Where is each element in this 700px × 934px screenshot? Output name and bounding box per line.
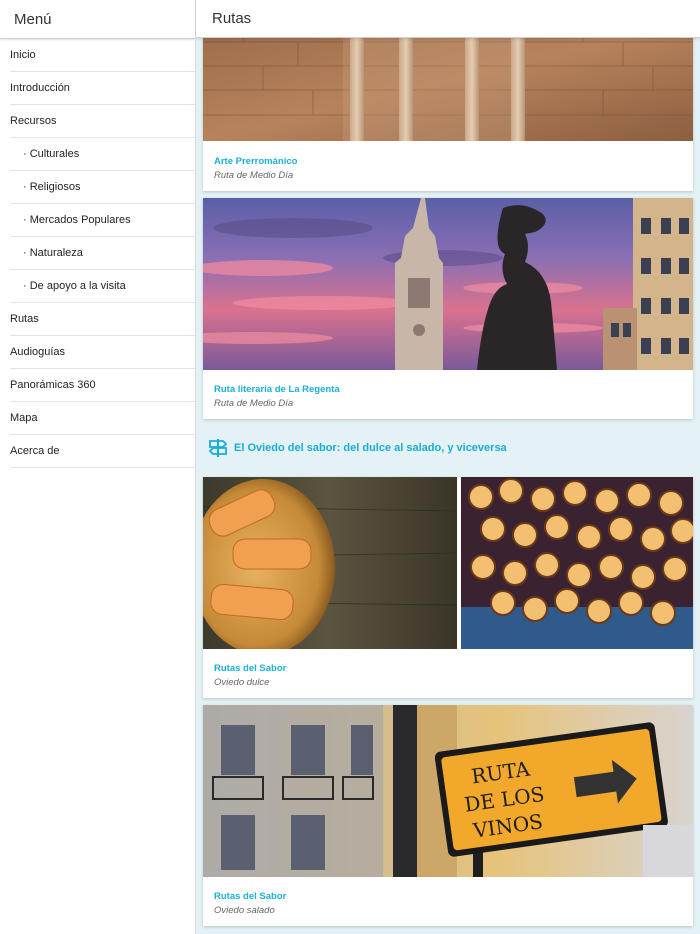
menu-item-recursos[interactable]: Recursos [10, 105, 195, 138]
card-title: Rutas del Sabor [214, 891, 287, 902]
route-card-oviedo-dulce[interactable]: Rutas del Sabor Oviedo dulce [203, 477, 693, 698]
page-title: Rutas [196, 0, 700, 38]
menu-item-apoyo-visita[interactable]: · De apoyo a la visita [10, 270, 195, 303]
menu-item-inicio[interactable]: Inicio [10, 39, 195, 72]
sidebar-menu: Menú Inicio Introducción Recursos · Cult… [0, 0, 196, 934]
card-subtitle: Oviedo dulce [214, 677, 270, 688]
menu-item-panoramicas[interactable]: Panorámicas 360 [10, 369, 195, 402]
menu-list: Inicio Introducción Recursos · Culturale… [0, 39, 195, 468]
menu-item-naturaleza[interactable]: · Naturaleza [10, 237, 195, 270]
menu-item-mercados-populares[interactable]: · Mercados Populares [10, 204, 195, 237]
sidebar-title: Menú [0, 0, 195, 39]
route-card-la-regenta[interactable]: Ruta literaria de La Regenta Ruta de Med… [203, 198, 693, 419]
section-label: El Oviedo del sabor: del dulce al salado… [234, 442, 507, 454]
route-card-oviedo-salado[interactable]: RUTA DE LOS VINOS Rutas del Sabor Oviedo… [203, 705, 693, 926]
route-card-arte-prerromanico[interactable]: Arte Prerrománico Ruta de Medio Día [203, 20, 693, 191]
menu-item-audioguias[interactable]: Audioguías [10, 336, 195, 369]
card-title: Rutas del Sabor [214, 663, 287, 674]
menu-item-acerca-de[interactable]: Acerca de [10, 435, 195, 468]
card-image-la-regenta [203, 198, 693, 370]
card-subtitle: Ruta de Medio Día [214, 398, 294, 409]
card-title: Ruta literaria de La Regenta [214, 384, 340, 395]
card-image-oviedo-dulce [203, 477, 693, 649]
main-content: Rutas Arte Prerrománico Ruta de Medio Dí… [196, 0, 700, 934]
section-heading: El Oviedo del sabor: del dulce al salado… [208, 438, 507, 458]
card-subtitle: Oviedo salado [214, 905, 275, 916]
menu-item-rutas[interactable]: Rutas [10, 303, 195, 336]
card-image-oviedo-salado: RUTA DE LOS VINOS [203, 705, 693, 877]
signpost-icon [208, 439, 228, 457]
menu-item-religiosos[interactable]: · Religiosos [10, 171, 195, 204]
card-image-prerromanico [203, 20, 693, 141]
card-title: Arte Prerrománico [214, 156, 298, 167]
menu-item-culturales[interactable]: · Culturales [10, 138, 195, 171]
card-subtitle: Ruta de Medio Día [214, 170, 294, 181]
menu-item-mapa[interactable]: Mapa [10, 402, 195, 435]
menu-item-introduccion[interactable]: Introducción [10, 72, 195, 105]
